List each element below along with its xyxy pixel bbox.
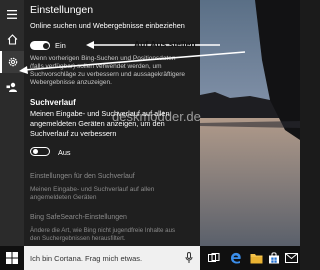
settings-nav-rail — [0, 0, 24, 246]
cortana-search-box[interactable]: Ich bin Cortana. Frag mich etwas. — [24, 246, 200, 270]
edge-icon — [230, 252, 241, 264]
search-history-settings-link[interactable]: Einstellungen für den Suchverlauf — [30, 173, 135, 181]
annotation-label: Auf Aus stellen — [134, 39, 196, 49]
menu-icon — [7, 9, 17, 19]
store-icon — [269, 252, 279, 264]
history-settings-description-line-2: angemeldeten Geräten — [30, 194, 97, 201]
settings-button[interactable] — [0, 51, 24, 73]
online-search-toggle[interactable] — [30, 41, 50, 50]
search-history-toggle-state: Aus — [58, 148, 71, 157]
edge-button[interactable] — [228, 250, 244, 266]
search-history-heading: Suchverlauf — [30, 98, 76, 107]
online-search-description-line-4: Webergebnisse anzuzeigen. — [30, 79, 112, 86]
start-button[interactable] — [4, 250, 20, 266]
online-search-description-line-3: Suchvorschläge zu verbessern und aussage… — [30, 71, 186, 78]
online-search-heading: Online suchen und Webergebnisse einbezie… — [30, 21, 185, 30]
microphone-icon[interactable] — [185, 252, 193, 264]
safesearch-description-line-2: den Suchergebnissen herausfiltert. — [30, 235, 126, 242]
mail-button[interactable] — [283, 250, 299, 266]
gear-icon — [8, 57, 18, 67]
online-search-description-line-1: Wenn vorherigen Bing-Suchen und Position… — [30, 55, 176, 62]
windows-start-icon — [6, 252, 18, 264]
online-search-description-line-2: (falls verfügbar) sollen verwendet werde… — [30, 63, 162, 70]
task-view-button[interactable] — [206, 250, 222, 266]
mail-icon — [284, 253, 298, 263]
hamburger-menu-button[interactable] — [0, 3, 24, 25]
home-button[interactable] — [0, 28, 24, 50]
toggle-knob — [32, 148, 38, 154]
search-history-description-line-3: Suchverlauf zu verbessern — [30, 129, 117, 138]
search-placeholder: Ich bin Cortana. Frag mich etwas. — [30, 254, 143, 263]
toggle-knob — [42, 42, 49, 49]
home-icon — [7, 33, 17, 45]
bing-safesearch-settings-link[interactable]: Bing SafeSearch-Einstellungen — [30, 214, 127, 222]
watermark: deskmodder.de — [112, 109, 201, 124]
online-search-toggle-state: Ein — [55, 41, 66, 50]
panel-title: Einstellungen — [30, 4, 94, 16]
file-explorer-icon — [250, 253, 262, 263]
history-settings-description-line-1: Meinen Eingabe- und Suchverlauf auf alle… — [30, 186, 155, 193]
feedback-button[interactable] — [0, 76, 24, 98]
search-history-toggle[interactable] — [30, 147, 50, 156]
feedback-icon — [6, 82, 17, 92]
file-explorer-button[interactable] — [248, 250, 264, 266]
store-button[interactable] — [266, 250, 282, 266]
taskbar: Ich bin Cortana. Frag mich etwas. — [0, 246, 300, 270]
task-view-icon — [208, 253, 220, 262]
safesearch-description-line-1: Ändere die Art, wie Bing nicht jugendfre… — [30, 227, 176, 234]
